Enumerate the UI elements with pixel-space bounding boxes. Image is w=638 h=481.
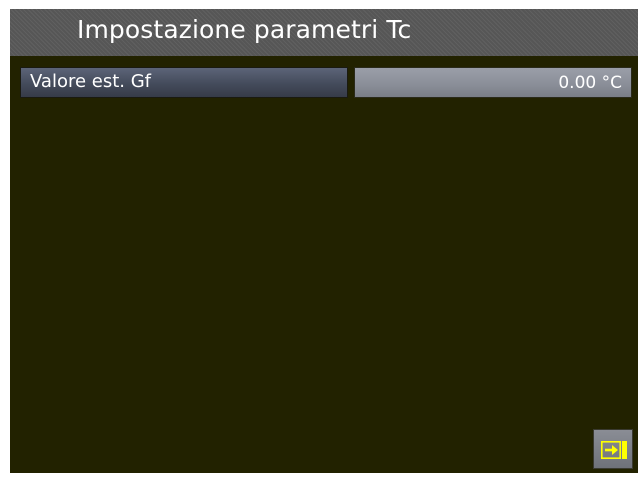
- parameter-label: Valore est. Gf: [30, 71, 151, 92]
- parameter-label-box: Valore est. Gf: [20, 67, 348, 98]
- parameter-value: 0.00 °C: [558, 73, 622, 93]
- parameter-row: Valore est. Gf 0.00 °C: [20, 67, 638, 100]
- parameter-value-field[interactable]: 0.00 °C: [354, 67, 632, 98]
- page-title: Impostazione parametri Tc: [77, 15, 412, 44]
- hmi-screen: Impostazione parametri Tc Valore est. Gf…: [10, 9, 638, 473]
- exit-arrow-icon: [601, 441, 627, 459]
- exit-button[interactable]: [593, 429, 633, 469]
- title-bar: Impostazione parametri Tc: [10, 9, 638, 56]
